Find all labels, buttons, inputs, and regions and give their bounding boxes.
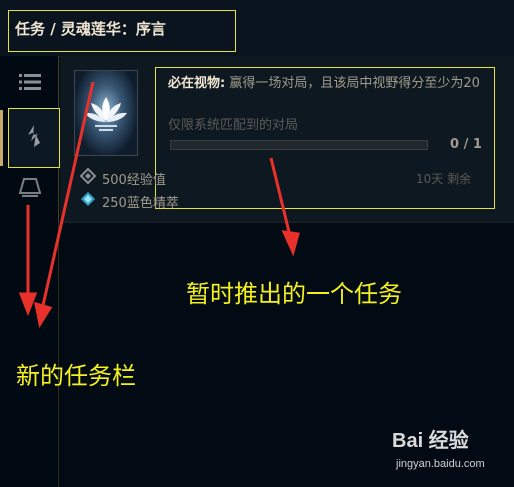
quest-name: 必在视物: [168,76,226,91]
reward-xp-label: 500经验值 [102,172,166,188]
sidebar [0,56,60,487]
spirit-blossom-icon [24,123,44,153]
sidebar-item-bell[interactable] [8,168,52,212]
progress-bar [170,140,428,150]
list-icon [19,73,41,95]
sidebar-item-list[interactable] [8,62,52,106]
time-remaining: 10天 剩余 [416,172,472,186]
quest-restriction: 仅限系统匹配到的对局 [168,118,299,133]
reward-blue-essence: 250蓝色精萃 [80,191,179,211]
lotus-icon [74,70,138,156]
reward-blue-essence-label: 250蓝色精萃 [102,195,179,211]
quest-window: 任务 / 灵魂莲华：序言 必在视物: 赢得一场对局，且该局中视野得分至少为20 … [0,0,514,487]
reward-xp: 500经验值 [79,167,166,188]
xp-icon [79,167,97,188]
quest-card[interactable]: 必在视物: 赢得一场对局，且该局中视野得分至少为20 仅限系统匹配到的对局 0 … [60,56,514,223]
baidu-watermark: Bai 经验 [392,430,469,452]
header: 任务 / 灵魂莲华：序言 [0,0,514,57]
progress-count: 0 / 1 [450,137,482,152]
sidebar-item-spirit-blossom[interactable] [8,108,60,168]
annotation-sidebar: 新的任务栏 [16,362,136,390]
divider [58,222,59,487]
baidu-watermark-url: jingyan.baidu.com [396,458,485,470]
blue-essence-icon [80,191,96,211]
quest-description: 赢得一场对局，且该局中视野得分至少为20 [225,76,480,91]
bell-icon [18,177,42,203]
quest-title: 必在视物: 赢得一场对局，且该局中视野得分至少为20 [168,74,488,93]
page-title: 任务 / 灵魂莲华：序言 [8,10,236,52]
active-indicator [0,110,3,166]
annotation-task: 暂时推出的一个任务 [186,280,402,308]
